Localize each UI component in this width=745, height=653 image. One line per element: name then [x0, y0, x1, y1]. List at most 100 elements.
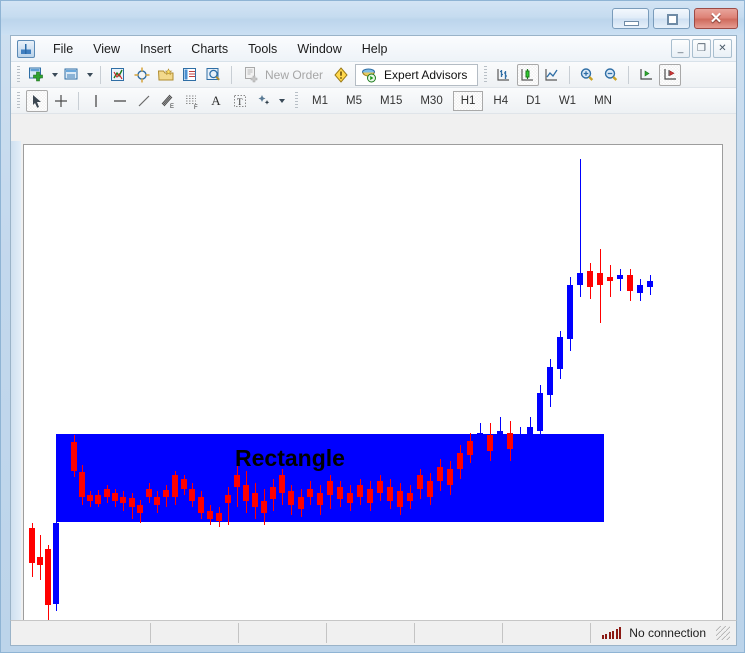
timeframe-m1[interactable]: M1 [304, 91, 336, 111]
candle-body [347, 493, 353, 503]
auto-scroll-button[interactable] [635, 64, 657, 86]
chart-shift-button[interactable] [659, 63, 682, 86]
timeframe-m15[interactable]: M15 [372, 91, 410, 111]
candle-body [95, 495, 101, 504]
shapes-dropdown-arrow[interactable] [276, 90, 287, 112]
candle-body [417, 475, 423, 489]
candle-body [557, 337, 563, 369]
menu-bar: File View Insert Charts Tools Window Hel… [11, 36, 736, 62]
profiles-button[interactable] [61, 64, 83, 86]
horizontal-line-tool-button[interactable] [109, 90, 131, 112]
chart-left-gutter [11, 141, 21, 646]
candle-body [597, 273, 603, 285]
equidistant-channel-tool-button[interactable]: E [157, 90, 179, 112]
candle-body [517, 437, 523, 453]
timeframe-h4[interactable]: H4 [485, 91, 516, 111]
vertical-line-tool-button[interactable] [85, 90, 107, 112]
text-label-tool-button[interactable]: T [229, 90, 251, 112]
candle-body [407, 493, 413, 501]
menu-item-file[interactable]: File [44, 39, 82, 59]
mdi-minimize-button[interactable]: _ [671, 39, 690, 58]
window-minimize-button[interactable] [612, 8, 649, 29]
candle-body [327, 481, 333, 495]
bar-chart-button[interactable] [493, 64, 515, 86]
menu-item-help[interactable]: Help [353, 39, 397, 59]
menu-item-charts[interactable]: Charts [182, 39, 237, 59]
new-order-button[interactable]: New Order [237, 66, 329, 84]
profiles-dropdown-arrow[interactable] [84, 64, 95, 86]
market-watch-button[interactable] [107, 64, 129, 86]
timeframe-m30[interactable]: M30 [412, 91, 450, 111]
connection-status-label: No connection [629, 626, 706, 640]
timeframe-mn[interactable]: MN [586, 91, 620, 111]
toolbar-separator [628, 65, 630, 84]
menu-item-view[interactable]: View [84, 39, 129, 59]
new-chart-dropdown-arrow[interactable] [49, 64, 60, 86]
crosshair-button[interactable] [131, 64, 153, 86]
candle-body [637, 285, 643, 293]
status-cell [11, 623, 151, 643]
shapes-tool-button[interactable] [253, 90, 275, 112]
candle-body [647, 281, 653, 287]
signal-strength-icon [601, 627, 622, 639]
candle-body [29, 528, 35, 563]
connection-status[interactable]: No connection [601, 626, 736, 640]
zoom-in-button[interactable] [576, 64, 598, 86]
standard-toolbar: New Order Expert Advisors [11, 62, 736, 88]
menu-item-tools[interactable]: Tools [239, 39, 286, 59]
candle-body [587, 271, 593, 287]
candlestick-chart-button[interactable] [517, 63, 540, 86]
alert-button[interactable] [330, 64, 352, 86]
terminal-button[interactable] [179, 64, 201, 86]
menu-item-insert[interactable]: Insert [131, 39, 180, 59]
mdi-close-button[interactable]: ✕ [713, 39, 732, 58]
candle-body [172, 475, 178, 497]
timeframe-h1[interactable]: H1 [452, 90, 484, 111]
candle-body [71, 442, 77, 471]
candle-wick [600, 249, 601, 323]
timeframe-d1[interactable]: D1 [518, 91, 549, 111]
candle-body [577, 273, 583, 285]
candle-body [317, 493, 323, 505]
candle-body [243, 485, 249, 501]
candle-body [427, 481, 433, 497]
expert-advisors-button[interactable]: Expert Advisors [355, 63, 479, 86]
zoom-out-button[interactable] [600, 64, 622, 86]
candle-body [37, 557, 43, 565]
timeframe-w1[interactable]: W1 [551, 91, 584, 111]
toolbar-grip[interactable] [15, 65, 22, 84]
candle-body [537, 393, 543, 431]
timeframe-m5[interactable]: M5 [338, 91, 370, 111]
fibonacci-tool-button[interactable]: F [181, 90, 203, 112]
resize-grip[interactable] [716, 626, 730, 640]
candle-body [467, 441, 473, 455]
expert-advisors-label: Expert Advisors [384, 67, 468, 82]
toolbar-grip[interactable] [15, 91, 22, 110]
window-close-button[interactable]: ✕ [694, 8, 738, 29]
candle-body [137, 505, 143, 513]
cursor-tool-button[interactable] [26, 89, 48, 112]
crosshair-tool-button[interactable] [50, 90, 72, 112]
toolbar-separator [100, 65, 101, 84]
candle-wick [228, 487, 229, 525]
candle-body [261, 501, 267, 513]
candle-body [53, 523, 59, 604]
window-maximize-button[interactable] [653, 8, 690, 29]
navigator-button[interactable] [155, 64, 177, 86]
mdi-restore-button[interactable]: ❐ [692, 39, 711, 58]
text-tool-button[interactable]: A [205, 90, 227, 112]
toolbar-grip[interactable] [482, 65, 490, 84]
trendline-tool-button[interactable] [133, 90, 155, 112]
rectangle-annotation-label: Rectangle [235, 445, 345, 471]
toolbar-separator [78, 91, 79, 110]
candle-body [62, 442, 68, 464]
menu-item-window[interactable]: Window [288, 39, 350, 59]
candle-body [447, 469, 453, 485]
line-chart-button[interactable] [541, 64, 563, 86]
application-window: ✕ File View Insert Charts Tools Window H… [0, 0, 745, 653]
chart-canvas[interactable]: Rectangle [23, 144, 723, 643]
candle-body [87, 495, 93, 501]
new-chart-button[interactable] [26, 64, 48, 86]
strategy-tester-button[interactable] [203, 64, 225, 86]
toolbar-grip[interactable] [293, 91, 300, 110]
